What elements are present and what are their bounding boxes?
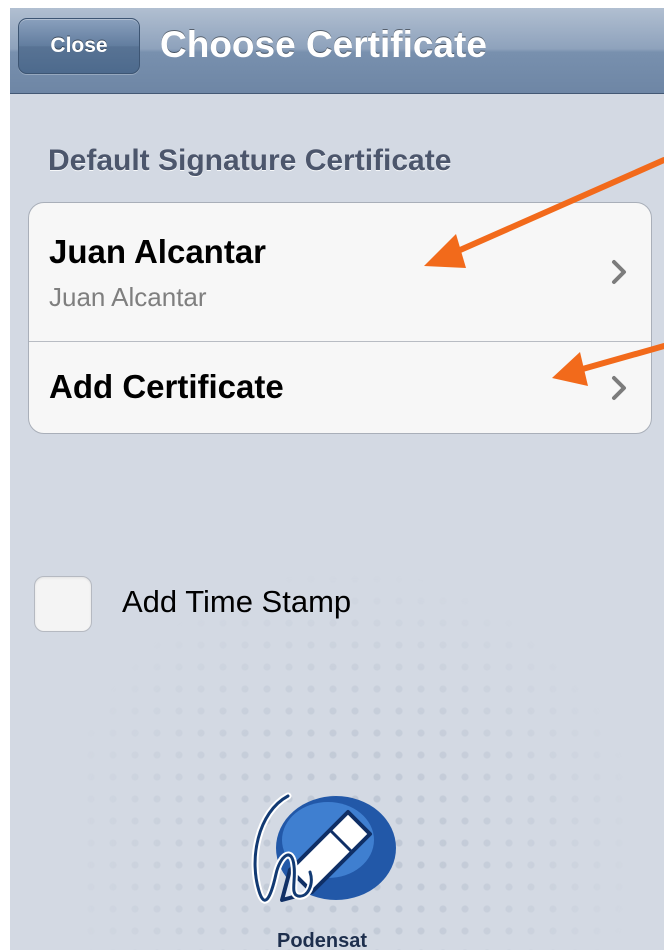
certificate-row-title: Juan Alcantar: [49, 233, 267, 270]
certificate-list: Juan Alcantar Juan Alcantar Add Certific…: [28, 202, 652, 434]
time-stamp-label: Add Time Stamp: [122, 584, 352, 619]
logo-name: Podensat: [276, 930, 368, 950]
certificate-row-juan-alcantar[interactable]: Juan Alcantar Juan Alcantar: [29, 203, 651, 342]
logo-pen-icon: [251, 792, 396, 904]
section-header: Default Signature Certificate: [48, 144, 452, 177]
add-certificate-label: Add Certificate: [49, 368, 284, 405]
navigation-bar: Close Choose Certificate: [10, 8, 664, 94]
page-title: Choose Certificate: [160, 24, 487, 65]
screen: Close Choose Certificate Default Signatu…: [10, 8, 664, 950]
time-stamp-checkbox[interactable]: [34, 576, 92, 632]
chevron-right-icon: [612, 376, 626, 400]
close-button[interactable]: Close: [18, 18, 140, 74]
add-certificate-row[interactable]: Add Certificate: [29, 342, 651, 433]
certificate-row-subtitle: Juan Alcantar: [49, 282, 207, 312]
chevron-right-icon: [612, 260, 626, 284]
